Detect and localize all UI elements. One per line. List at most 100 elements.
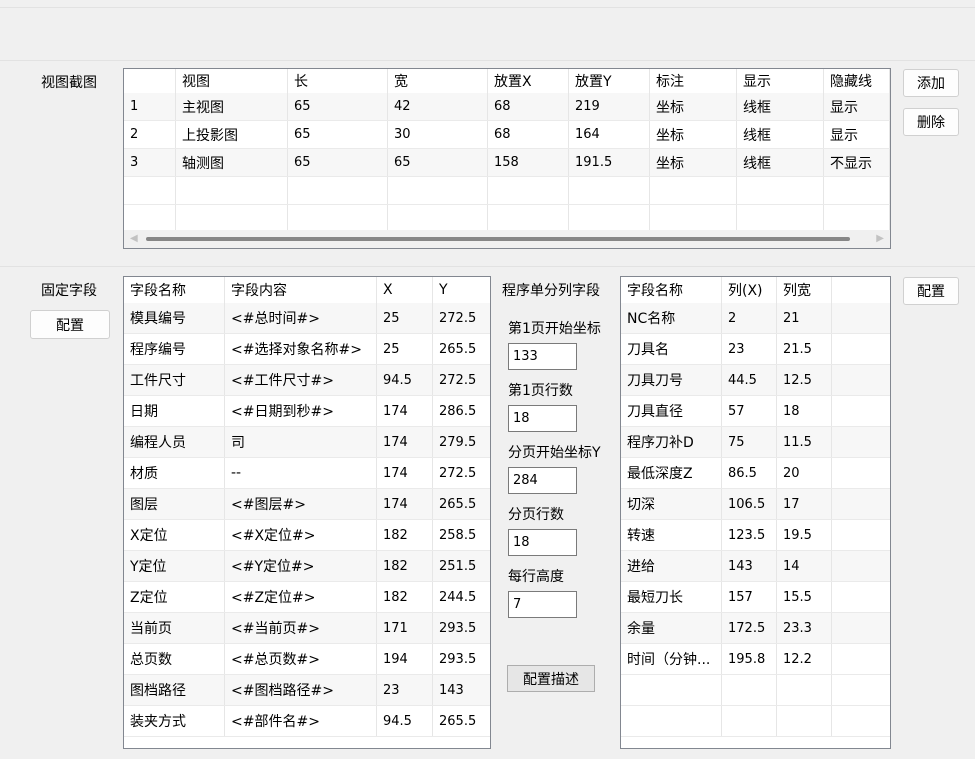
table-cell[interactable]: 2 bbox=[722, 303, 777, 333]
table-cell[interactable]: 日期 bbox=[124, 396, 225, 426]
table-cell[interactable]: NC名称 bbox=[621, 303, 722, 333]
table-cell[interactable]: 65 bbox=[288, 121, 388, 148]
table-cell[interactable]: 30 bbox=[388, 121, 488, 148]
table-cell[interactable]: 57 bbox=[722, 396, 777, 426]
table-cell[interactable]: Z定位 bbox=[124, 582, 225, 612]
table-cell[interactable]: 265.5 bbox=[433, 334, 490, 364]
table-cell[interactable]: 余量 bbox=[621, 613, 722, 643]
column-header[interactable]: 标注 bbox=[650, 69, 737, 93]
table-cell[interactable]: 11.5 bbox=[777, 427, 832, 457]
table-cell[interactable]: 23.3 bbox=[777, 613, 832, 643]
table-cell[interactable] bbox=[124, 205, 176, 232]
table-cell[interactable]: 182 bbox=[377, 582, 433, 612]
column-fields-table[interactable]: 字段名称 列(X) 列宽 NC名称 2 21 刀具名 23 21.5 刀具刀号 44.5 12.5 刀… bbox=[620, 276, 891, 749]
table-cell[interactable] bbox=[176, 177, 288, 204]
table-cell[interactable]: 286.5 bbox=[433, 396, 490, 426]
table-row[interactable]: 切深 106.5 17 bbox=[621, 489, 890, 520]
table-cell[interactable]: 1 bbox=[124, 93, 176, 120]
table-cell[interactable]: 174 bbox=[377, 489, 433, 519]
table-row[interactable]: 模具编号 <#总时间#> 25 272.5 bbox=[124, 303, 490, 334]
add-view-button[interactable]: 添加 bbox=[903, 69, 959, 97]
table-cell[interactable]: 94.5 bbox=[377, 365, 433, 395]
table-cell[interactable]: <#Y定位#> bbox=[225, 551, 377, 581]
table-cell[interactable]: Y定位 bbox=[124, 551, 225, 581]
table-row[interactable]: 刀具刀号 44.5 12.5 bbox=[621, 365, 890, 396]
scroll-thumb[interactable] bbox=[146, 237, 850, 241]
table-cell[interactable]: 251.5 bbox=[433, 551, 490, 581]
table-cell[interactable]: 切深 bbox=[621, 489, 722, 519]
table-cell[interactable]: 20 bbox=[777, 458, 832, 488]
table-cell[interactable]: <#日期到秒#> bbox=[225, 396, 377, 426]
table-cell[interactable]: 图层 bbox=[124, 489, 225, 519]
table-cell[interactable]: 258.5 bbox=[433, 520, 490, 550]
table-cell[interactable]: 总页数 bbox=[124, 644, 225, 674]
table-cell[interactable] bbox=[832, 551, 890, 581]
empty-row[interactable] bbox=[621, 706, 890, 737]
table-row[interactable]: 图档路径 <#图档路径#> 23 143 bbox=[124, 675, 490, 706]
table-cell[interactable]: 19.5 bbox=[777, 520, 832, 550]
table-cell[interactable]: 进给 bbox=[621, 551, 722, 581]
table-cell[interactable]: 68 bbox=[488, 121, 569, 148]
table-cell[interactable]: 195.8 bbox=[722, 644, 777, 674]
table-cell[interactable]: 293.5 bbox=[433, 613, 490, 643]
column-header[interactable]: 字段名称 bbox=[124, 277, 225, 303]
field-input[interactable]: 18 bbox=[508, 405, 577, 432]
table-cell[interactable] bbox=[777, 706, 832, 736]
table-cell[interactable]: 刀具刀号 bbox=[621, 365, 722, 395]
column-header[interactable]: 放置Y bbox=[569, 69, 650, 93]
table-cell[interactable]: 上投影图 bbox=[176, 121, 288, 148]
table-cell[interactable]: 21.5 bbox=[777, 334, 832, 364]
table-cell[interactable] bbox=[832, 644, 890, 674]
table-cell[interactable]: 172.5 bbox=[722, 613, 777, 643]
table-cell[interactable]: 44.5 bbox=[722, 365, 777, 395]
table-cell[interactable] bbox=[737, 205, 824, 232]
table-cell[interactable]: 143 bbox=[722, 551, 777, 581]
table-cell[interactable]: 272.5 bbox=[433, 303, 490, 333]
table-cell[interactable]: 68 bbox=[488, 93, 569, 120]
table-cell[interactable]: 装夹方式 bbox=[124, 706, 225, 736]
table-cell[interactable]: 17 bbox=[777, 489, 832, 519]
table-cell[interactable] bbox=[832, 520, 890, 550]
table-cell[interactable]: 174 bbox=[377, 458, 433, 488]
scroll-left-arrow-icon[interactable]: ◀ bbox=[130, 233, 138, 244]
empty-row[interactable] bbox=[124, 177, 890, 205]
table-cell[interactable] bbox=[832, 303, 890, 333]
table-cell[interactable] bbox=[388, 205, 488, 232]
table-cell[interactable]: 279.5 bbox=[433, 427, 490, 457]
table-cell[interactable] bbox=[832, 489, 890, 519]
table-cell[interactable]: 219 bbox=[569, 93, 650, 120]
scroll-right-arrow-icon[interactable]: ▶ bbox=[876, 233, 884, 244]
table-cell[interactable]: 14 bbox=[777, 551, 832, 581]
table-cell[interactable] bbox=[621, 675, 722, 705]
table-cell[interactable]: <#总页数#> bbox=[225, 644, 377, 674]
table-cell[interactable]: 65 bbox=[288, 149, 388, 176]
table-row[interactable]: 日期 <#日期到秒#> 174 286.5 bbox=[124, 396, 490, 427]
view-table-scrollbar[interactable]: ◀ ▶ bbox=[124, 230, 890, 248]
column-header[interactable]: 隐藏线 bbox=[824, 69, 890, 93]
table-cell[interactable]: 2 bbox=[124, 121, 176, 148]
table-cell[interactable]: 15.5 bbox=[777, 582, 832, 612]
table-cell[interactable]: 显示 bbox=[824, 121, 890, 148]
table-row[interactable]: 刀具直径 57 18 bbox=[621, 396, 890, 427]
table-row[interactable]: X定位 <#X定位#> 182 258.5 bbox=[124, 520, 490, 551]
column-header[interactable]: 列(X) bbox=[722, 277, 777, 303]
table-cell[interactable] bbox=[832, 365, 890, 395]
table-cell[interactable] bbox=[824, 177, 890, 204]
table-cell[interactable]: 182 bbox=[377, 551, 433, 581]
table-cell[interactable] bbox=[832, 458, 890, 488]
table-row[interactable]: 总页数 <#总页数#> 194 293.5 bbox=[124, 644, 490, 675]
column-header[interactable]: Y bbox=[433, 277, 490, 303]
field-input[interactable]: 284 bbox=[508, 467, 577, 494]
table-cell[interactable] bbox=[832, 396, 890, 426]
delete-view-button[interactable]: 删除 bbox=[903, 108, 959, 136]
table-row[interactable]: 2 上投影图 65 30 68 164 坐标 线框 显示 bbox=[124, 121, 890, 149]
table-row[interactable]: 刀具名 23 21.5 bbox=[621, 334, 890, 365]
table-cell[interactable] bbox=[824, 205, 890, 232]
table-cell[interactable]: 123.5 bbox=[722, 520, 777, 550]
table-cell[interactable]: X定位 bbox=[124, 520, 225, 550]
column-config-button[interactable]: 配置 bbox=[903, 277, 959, 305]
table-cell[interactable] bbox=[650, 177, 737, 204]
table-cell[interactable]: <#Z定位#> bbox=[225, 582, 377, 612]
table-cell[interactable]: 当前页 bbox=[124, 613, 225, 643]
table-cell[interactable]: 174 bbox=[377, 396, 433, 426]
